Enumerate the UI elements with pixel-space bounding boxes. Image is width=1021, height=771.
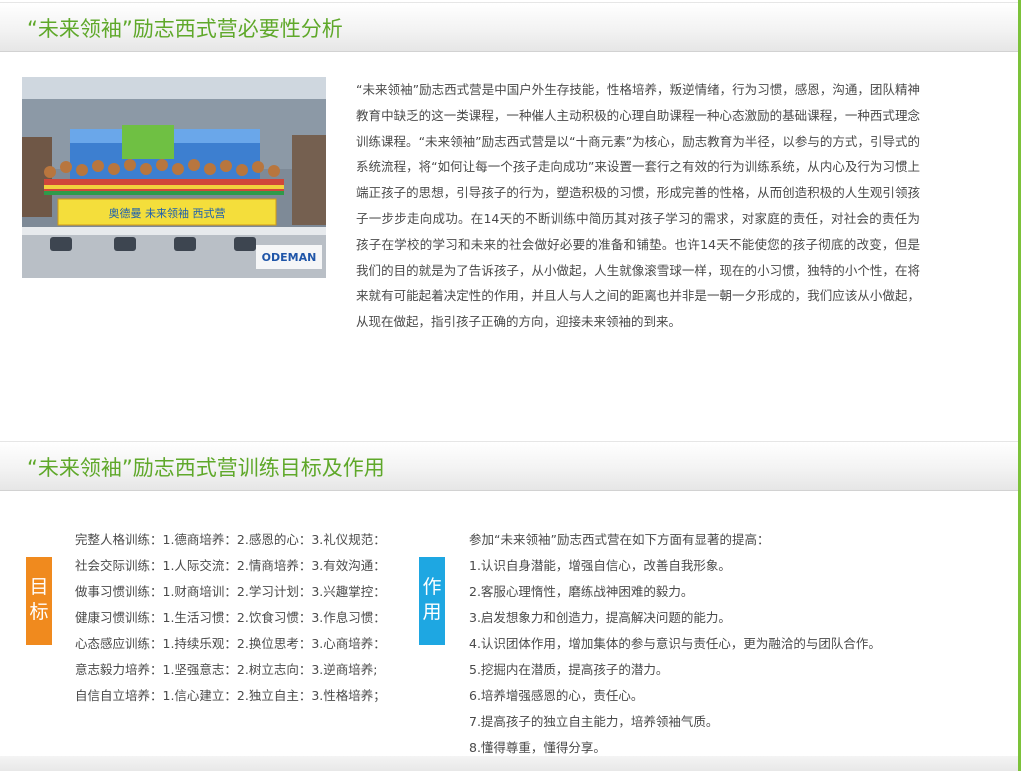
goal-item: 社会交际训练：1.人际交流：2.情商培养：3.有效沟通： xyxy=(75,558,386,573)
effects-tag: 作用 xyxy=(419,557,445,645)
photo-logo-text: ODEMAN xyxy=(262,251,317,264)
section-header-goals: “未来领袖”励志西式营训练目标及作用 xyxy=(0,441,1018,491)
effect-item: 6.培养增强感恩的心，责任心。 xyxy=(469,688,644,703)
group-photo: 奥德曼 未来领袖 西式营 ODEMAN xyxy=(22,77,326,278)
section-header-necessity: “未来领袖”励志西式营必要性分析 xyxy=(0,2,1018,52)
goal-item: 心态感应训练：1.持续乐观：2.换位思考：3.心商培养： xyxy=(75,636,386,651)
effects-intro: 参加“未来领袖”励志西式营在如下方面有显著的提高： xyxy=(469,532,770,547)
goal-item: 完整人格训练：1.德商培养：2.感恩的心：3.礼仪规范： xyxy=(75,532,386,547)
group-photo-illustration: 奥德曼 未来领袖 西式营 ODEMAN xyxy=(22,77,326,278)
effect-item: 3.启发想象力和创造力，提高解决问题的能力。 xyxy=(469,610,731,625)
bottom-band xyxy=(0,756,1018,771)
effect-item: 1.认识自身潜能，增强自信心，改善自我形象。 xyxy=(469,558,731,573)
section-title-goals: “未来领袖”励志西式营训练目标及作用 xyxy=(27,456,385,480)
effect-item: 5.挖掘内在潜质，提高孩子的潜力。 xyxy=(469,662,669,677)
goal-item: 做事习惯训练：1.财商培训：2.学习计划：3.兴趣掌控： xyxy=(75,584,386,599)
goal-item: 健康习惯训练：1.生活习惯：2.饮食习惯：3.作息习惯： xyxy=(75,610,386,625)
goals-tag: 目标 xyxy=(26,557,52,645)
effects-list: 1.认识自身潜能，增强自信心，改善自我形象。 2.客服心理惰性，磨练战神困难的毅… xyxy=(469,553,881,761)
goal-item: 意志毅力培养：1.坚强意志：2.树立志向：3.逆商培养; xyxy=(75,662,378,677)
effect-item: 7.提高孩子的独立自主能力，培养领袖气质。 xyxy=(469,714,719,729)
effect-item: 2.客服心理惰性，磨练战神困难的毅力。 xyxy=(469,584,694,599)
effect-item: 4.认识团体作用，增加集体的参与意识与责任心，更为融洽的与团队合作。 xyxy=(469,636,881,651)
section-title-necessity: “未来领袖”励志西式营必要性分析 xyxy=(27,17,343,41)
intro-paragraph: “未来领袖”励志西式营是中国户外生存技能，性格培养，叛逆情绪，行为习惯，感恩，沟… xyxy=(356,82,920,330)
photo-banner-text: 奥德曼 未来领袖 西式营 xyxy=(109,206,226,220)
goal-item: 自信自立培养：1.信心建立：2.独立自主：3.性格培养； xyxy=(75,688,386,703)
goals-list: 完整人格训练：1.德商培养：2.感恩的心：3.礼仪规范： 社会交际训练：1.人际… xyxy=(75,527,386,709)
